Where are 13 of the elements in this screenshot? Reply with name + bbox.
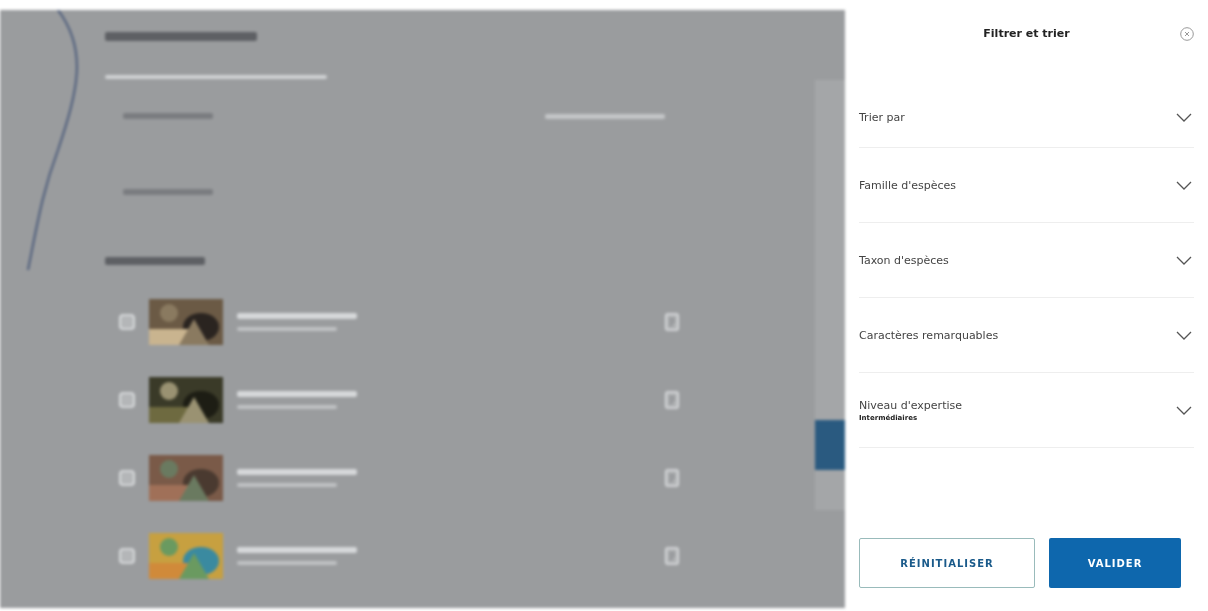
validate-button[interactable]: VALIDER <box>1049 538 1181 588</box>
filter-accordion[interactable]: Caractères remarquables <box>859 298 1194 373</box>
blurred-button[interactable] <box>815 420 845 470</box>
checkbox[interactable] <box>119 314 135 330</box>
checkbox[interactable] <box>119 548 135 564</box>
filter-accordion[interactable]: Taxon d'espèces <box>859 223 1194 298</box>
checkbox[interactable] <box>119 392 135 408</box>
close-icon[interactable] <box>1180 27 1194 41</box>
panel-title: Filtrer et trier <box>983 26 1070 40</box>
checkbox[interactable] <box>119 470 135 486</box>
reset-button[interactable]: RÉINITIALISER <box>859 538 1035 588</box>
filter-accordion[interactable]: Trier par <box>859 88 1194 148</box>
filter-accordion[interactable]: Famille d'espèces <box>859 148 1194 223</box>
